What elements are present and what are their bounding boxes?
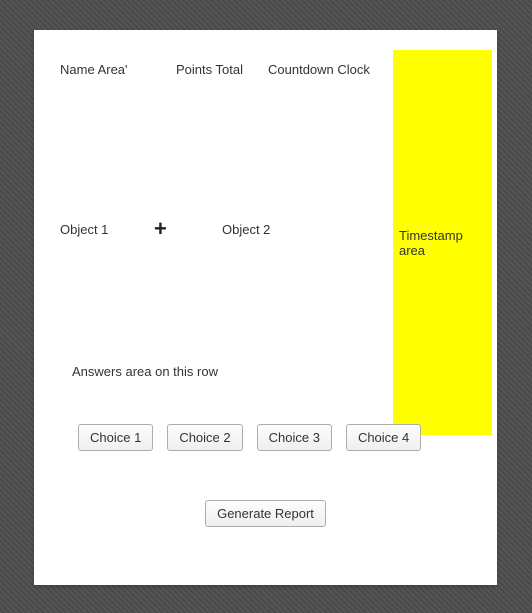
choice-3-button[interactable]: Choice 3 [257,424,332,451]
object-1-label: Object 1 [60,222,154,237]
timestamp-area: Timestamp area [393,50,492,435]
generate-report-button[interactable]: Generate Report [205,500,326,527]
choice-1-button[interactable]: Choice 1 [78,424,153,451]
header-row: Name Area' Points Total Countdown Clock [60,62,479,77]
choices-row: Choice 1 Choice 2 Choice 3 Choice 4 [78,424,421,451]
footer-row: Generate Report [34,500,497,527]
name-area-label: Name Area' [60,62,176,77]
main-panel: Timestamp area Name Area' Points Total C… [34,30,497,585]
choice-2-button[interactable]: Choice 2 [167,424,242,451]
object-row: Object 1 + Object 2 [60,218,479,240]
choice-4-button[interactable]: Choice 4 [346,424,421,451]
object-2-label: Object 2 [222,222,322,237]
plus-icon: + [154,218,167,240]
points-total-label: Points Total [176,62,268,77]
plus-wrap: + [154,218,222,240]
countdown-clock-label: Countdown Clock [268,62,388,77]
answers-area-label: Answers area on this row [72,364,218,379]
